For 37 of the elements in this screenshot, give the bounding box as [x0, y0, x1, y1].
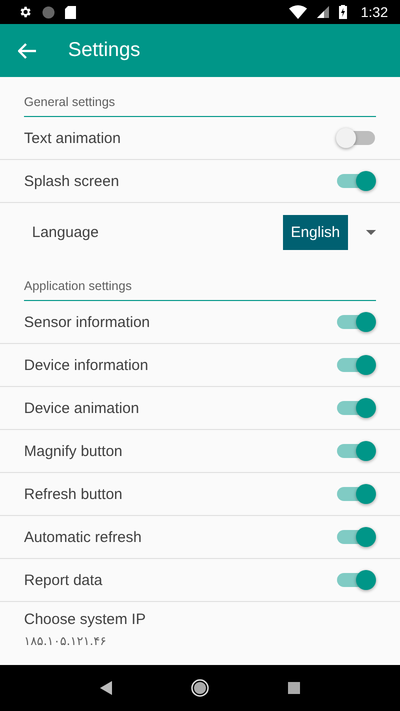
setting-label: Automatic refresh [24, 528, 142, 546]
app-bar-title: Settings [68, 39, 140, 62]
setting-label: Text animation [24, 130, 121, 146]
toggle-switch[interactable] [336, 527, 376, 547]
toggle-switch[interactable] [336, 398, 376, 418]
section-header: Application settings [24, 261, 376, 301]
sd-card-icon [65, 6, 76, 18]
signal-icon [316, 6, 329, 18]
clock-time: 1:32 [360, 4, 388, 20]
back-arrow-icon[interactable] [18, 42, 36, 58]
setting-label: Report data [24, 572, 102, 588]
setting-label: Refresh button [24, 486, 122, 502]
language-dropdown[interactable]: English [282, 214, 348, 250]
setting-label[interactable]: Choose system IP [24, 610, 376, 628]
toggle-switch[interactable] [336, 355, 376, 375]
home-icon[interactable] [190, 679, 209, 697]
toggle-switch[interactable] [336, 312, 376, 332]
setting-label: Device animation [24, 400, 140, 416]
setting-label: Sensor information [24, 314, 150, 330]
setting-label: Device information [24, 356, 148, 374]
toggle-switch[interactable] [336, 570, 376, 590]
toggle-switch[interactable] [336, 171, 376, 191]
section-header: General settings [24, 77, 376, 117]
back-icon[interactable] [100, 681, 112, 695]
recents-icon[interactable] [288, 682, 300, 694]
battery-icon [338, 5, 347, 19]
setting-label: Language [31, 224, 99, 240]
ip-address: ۱۸۵.۱۰۵.۱۲۱.۴۶ [24, 634, 108, 648]
wifi-icon [288, 5, 307, 19]
settings-icon [18, 5, 32, 19]
circle-icon [42, 6, 55, 18]
toggle-switch[interactable] [336, 128, 376, 148]
setting-label: Splash screen [24, 172, 120, 190]
dropdown-caret-icon[interactable] [366, 230, 376, 234]
toggle-switch[interactable] [336, 484, 376, 504]
setting-label: Magnify button [24, 442, 122, 460]
toggle-switch[interactable] [336, 441, 376, 461]
